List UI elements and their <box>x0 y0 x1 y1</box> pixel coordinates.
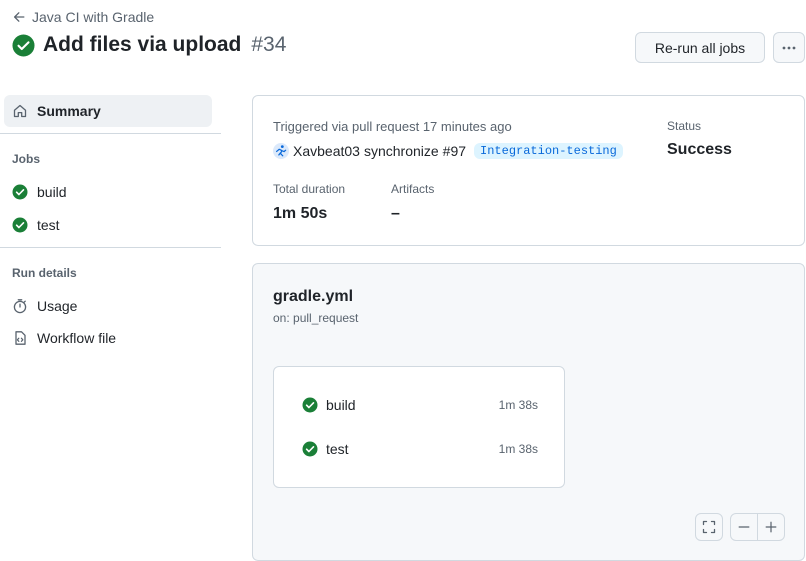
check-circle-icon <box>12 184 28 200</box>
jobs-heading: Jobs <box>12 152 41 166</box>
divider <box>0 247 221 248</box>
duration-value: 1m 50s <box>273 205 328 222</box>
minus-icon <box>738 526 750 528</box>
avatar[interactable] <box>273 143 289 159</box>
sidebar-item-workflow-file[interactable]: Workflow file <box>0 322 221 354</box>
check-circle-icon <box>302 441 318 457</box>
stopwatch-icon <box>13 299 27 314</box>
duration-label: Total duration <box>273 182 346 196</box>
job-duration: 1m 38s <box>498 442 538 456</box>
artifacts-label: Artifacts <box>391 182 435 196</box>
sidebar-item-build[interactable]: build <box>0 176 221 208</box>
more-options-button[interactable] <box>773 32 805 63</box>
divider <box>0 133 221 134</box>
run-summary-card: Triggered via pull request 17 minutes ag… <box>252 95 805 246</box>
sidebar-item-label: Usage <box>37 298 78 314</box>
file-code-icon <box>15 331 26 345</box>
workflow-name[interactable]: gradle.yml <box>273 288 353 306</box>
run-number: #34 <box>251 33 287 56</box>
back-link[interactable]: Java CI with Gradle <box>12 9 154 25</box>
zoom-out-button[interactable] <box>730 513 758 541</box>
screen-full-icon <box>702 520 716 534</box>
status-value: Success <box>667 141 732 158</box>
plus-icon <box>765 521 777 533</box>
job-duration: 1m 38s <box>498 398 538 412</box>
zoom-in-button[interactable] <box>757 513 785 541</box>
workflow-trigger: on: pull_request <box>273 311 359 325</box>
back-link-label: Java CI with Gradle <box>32 9 155 25</box>
sidebar-item-test[interactable]: test <box>0 209 221 241</box>
check-circle-icon <box>302 397 318 413</box>
arrow-left-icon <box>13 12 25 22</box>
rerun-all-jobs-button[interactable]: Re-run all jobs <box>635 32 765 63</box>
sidebar-item-label: Workflow file <box>37 330 117 346</box>
graph-job-build[interactable]: build 1m 38s <box>302 397 538 413</box>
pr-link[interactable]: #97 <box>443 143 466 159</box>
home-icon <box>13 104 27 118</box>
run-title: Add files via upload <box>43 33 242 56</box>
trigger-text: Triggered via pull request 17 minutes ag… <box>273 119 512 134</box>
check-circle-icon <box>12 217 28 233</box>
status-label: Status <box>667 119 702 133</box>
actor-link[interactable]: Xavbeat03 <box>293 143 360 159</box>
sidebar-item-usage[interactable]: Usage <box>0 290 221 322</box>
sidebar-item-label: build <box>37 184 67 200</box>
sidebar-item-summary[interactable]: Summary <box>4 95 212 127</box>
graph-job-test[interactable]: test 1m 38s <box>302 441 538 457</box>
check-circle-icon <box>12 33 35 57</box>
jobs-group: build 1m 38s test 1m 38s <box>273 366 565 488</box>
trigger-details: Xavbeat03 synchronize #97 Integration-te… <box>273 143 623 159</box>
workflow-graph: gradle.yml on: pull_request build 1m 38s… <box>252 263 805 561</box>
sidebar-item-label: test <box>37 217 60 233</box>
run-details-heading: Run details <box>12 266 77 280</box>
runner-avatar-icon <box>276 145 287 157</box>
job-label: test <box>326 441 349 457</box>
page-title: Add files via upload #34 <box>12 33 286 57</box>
kebab-horizontal-icon <box>782 46 796 49</box>
fullscreen-button[interactable] <box>695 513 723 541</box>
sidebar: Summary Jobs build test Run details Usag… <box>0 95 221 354</box>
sidebar-item-label: Summary <box>37 103 101 119</box>
branch-label[interactable]: Integration-testing <box>474 143 623 159</box>
artifacts-value: – <box>391 205 400 222</box>
trigger-action: synchronize <box>363 143 439 159</box>
job-label: build <box>326 397 356 413</box>
